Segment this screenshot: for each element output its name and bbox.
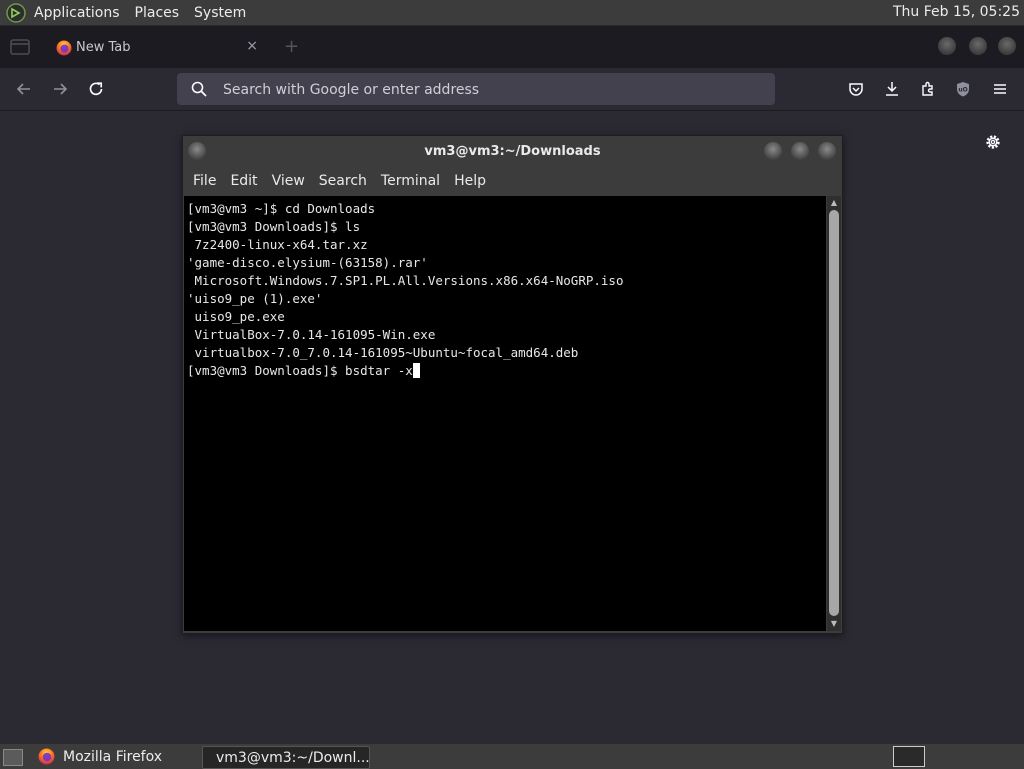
terminal-line: virtualbox-7.0_7.0.14-161095~Ubuntu~foca… (187, 345, 579, 360)
pocket-icon[interactable] (848, 81, 864, 97)
reload-icon[interactable] (87, 80, 105, 98)
terminal-scrollbar[interactable]: ▲ ▼ (827, 196, 841, 631)
terminal-scroll-thumb[interactable] (829, 210, 839, 616)
workspace-switcher-1[interactable] (893, 746, 925, 767)
window-maximize-button[interactable] (969, 37, 987, 55)
menu-places[interactable]: Places (135, 5, 180, 21)
terminal-titlebar[interactable]: vm3@vm3:~/Downloads (183, 136, 842, 167)
url-bar[interactable] (177, 73, 775, 105)
terminal-line: uiso9_pe.exe (187, 309, 285, 324)
url-input[interactable] (221, 78, 765, 102)
terminal-cursor (412, 363, 420, 378)
scroll-down-arrow-icon[interactable]: ▼ (829, 619, 839, 629)
terminal-prompt-line[interactable]: [vm3@vm3 Downloads]$ bsdtar -x (187, 363, 413, 378)
panel-clock[interactable]: Thu Feb 15, 05:25 (893, 4, 1020, 20)
forward-arrow-icon[interactable] (51, 80, 69, 98)
terminal-menu-search[interactable]: Search (319, 173, 367, 189)
firefox-icon (38, 748, 55, 765)
gear-icon[interactable] (984, 133, 1002, 151)
show-desktop-button[interactable] (3, 749, 23, 766)
terminal-line: [vm3@vm3 ~]$ cd Downloads (187, 201, 376, 216)
terminal-line: Microsoft.Windows.7.SP1.PL.All.Versions.… (187, 273, 624, 288)
terminal-close-button[interactable] (818, 142, 836, 160)
svg-text:uO: uO (958, 87, 967, 94)
extensions-puzzle-icon[interactable] (920, 81, 936, 97)
taskbar-item-label: Mozilla Firefox (63, 748, 163, 765)
menu-system[interactable]: System (194, 5, 246, 21)
terminal-maximize-button[interactable] (791, 142, 809, 160)
taskbar-item-firefox[interactable]: Mozilla Firefox (33, 746, 198, 767)
window-minimize-button[interactable] (938, 37, 956, 55)
tab-new-tab[interactable]: New Tab × (42, 30, 268, 66)
browser-tab-strip: New Tab × + (0, 26, 1024, 68)
terminal-menubar: File Edit View Search Terminal Help (183, 167, 842, 195)
top-panel: Applications Places System Thu Feb 15, 0… (0, 0, 1024, 26)
terminal-line: [vm3@vm3 Downloads]$ ls (187, 219, 361, 234)
firefox-view-icon[interactable] (10, 39, 30, 55)
terminal-menu-view[interactable]: View (272, 173, 305, 189)
tab-close-icon[interactable]: × (246, 38, 258, 54)
downloads-icon[interactable] (884, 81, 900, 97)
back-arrow-icon[interactable] (15, 80, 33, 98)
taskbar-item-label: vm3@vm3:~/Downl... (216, 749, 370, 766)
window-close-button[interactable] (998, 37, 1016, 55)
tab-title: New Tab (76, 40, 131, 55)
terminal-menu-terminal[interactable]: Terminal (381, 173, 440, 189)
terminal-line: VirtualBox-7.0.14-161095-Win.exe (187, 327, 436, 342)
terminal-title: vm3@vm3:~/Downloads (424, 144, 601, 159)
bottom-taskbar: Mozilla Firefox vm3@vm3:~/Downl... (0, 743, 1024, 769)
new-tab-button[interactable]: + (284, 36, 299, 57)
firefox-icon (56, 40, 72, 56)
terminal-menu-help[interactable]: Help (454, 173, 486, 189)
terminal-menu-edit[interactable]: Edit (230, 173, 257, 189)
browser-nav-bar: uO (0, 68, 1024, 111)
ublock-origin-icon[interactable]: uO (955, 81, 971, 97)
terminal-window[interactable]: vm3@vm3:~/Downloads File Edit View Searc… (182, 135, 843, 634)
search-icon (191, 81, 207, 97)
scroll-up-arrow-icon[interactable]: ▲ (829, 198, 839, 208)
hamburger-menu-icon[interactable] (992, 81, 1008, 97)
terminal-line: 'uiso9_pe (1).exe' (187, 291, 323, 306)
terminal-line: 7z2400-linux-x64.tar.xz (187, 237, 368, 252)
terminal-minimize-button[interactable] (764, 142, 782, 160)
terminal-line: 'game-disco.elysium-(63158).rar' (187, 255, 428, 270)
taskbar-item-terminal[interactable]: vm3@vm3:~/Downl... (202, 746, 370, 769)
terminal-output: [vm3@vm3 ~]$ cd Downloads [vm3@vm3 Downl… (184, 196, 826, 380)
terminal-menu-file[interactable]: File (193, 173, 216, 189)
terminal-screen[interactable]: [vm3@vm3 ~]$ cd Downloads [vm3@vm3 Downl… (184, 196, 826, 631)
distro-logo-icon[interactable] (6, 2, 26, 23)
workspace-switcher-2[interactable] (926, 746, 1021, 765)
menu-applications[interactable]: Applications (34, 5, 120, 21)
